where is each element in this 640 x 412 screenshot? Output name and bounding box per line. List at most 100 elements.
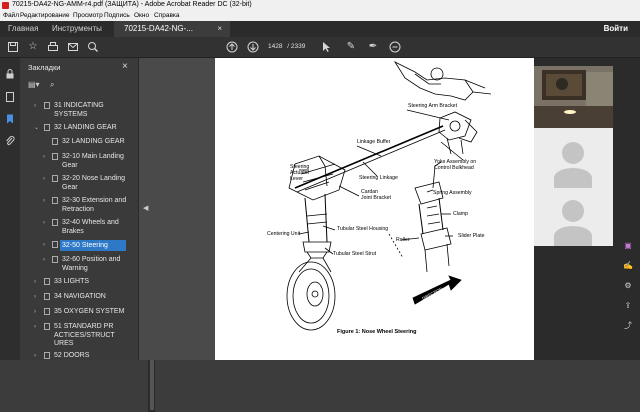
- comment-pen-icon[interactable]: ✎: [345, 41, 357, 53]
- prev-page-icon[interactable]: [226, 41, 238, 53]
- menu-help[interactable]: Справка: [154, 12, 180, 19]
- select-cursor-icon[interactable]: [320, 41, 332, 53]
- attachment-icon[interactable]: [4, 135, 16, 147]
- bookmark-item[interactable]: › 34 NAVIGATION: [20, 293, 130, 302]
- video-tile-participant-3[interactable]: [534, 188, 613, 246]
- bookmark-item[interactable]: 32 LANDING GEAR: [20, 138, 130, 147]
- collapse-panel-icon[interactable]: ◀: [143, 204, 148, 212]
- bookmark-label: 52 DOORS: [54, 352, 90, 359]
- pages-thumbnails-icon[interactable]: [4, 91, 16, 103]
- nose-wheel-steering-drawing: [286, 61, 492, 331]
- tab-document[interactable]: 70215-DA42-NG-... ×: [114, 21, 230, 37]
- chevron-right-icon[interactable]: ›: [34, 308, 36, 317]
- label-spring-assembly: Spring Assembly: [433, 190, 472, 196]
- save-icon[interactable]: [7, 41, 19, 53]
- chevron-right-icon[interactable]: ›: [34, 352, 36, 360]
- bookmark-item-active[interactable]: › 32-50 Steering: [20, 240, 130, 251]
- bookmark-page-icon: [44, 293, 50, 300]
- bookmark-item[interactable]: › 32-60 Position and Warning: [20, 256, 130, 274]
- chevron-right-icon[interactable]: ›: [34, 278, 36, 287]
- bookmark-item[interactable]: › 32-30 Extension and Retraction: [20, 197, 130, 215]
- bookmarks-title: Закладки: [28, 63, 61, 72]
- menu-file[interactable]: Файл: [3, 12, 19, 19]
- pdf-page: Steering Arm Bracket Linkage Buffer Yoke…: [215, 58, 534, 360]
- star-bookmark-icon[interactable]: ☆: [27, 41, 39, 53]
- video-tile-participant-1[interactable]: [534, 66, 613, 128]
- label-steering-linkage: Steering Linkage: [359, 175, 398, 181]
- label-tubular-steel-strut: Tubular Steel Strut: [333, 251, 377, 257]
- close-icon[interactable]: ×: [122, 61, 128, 72]
- chevron-right-icon[interactable]: ›: [34, 323, 36, 332]
- tab-bar: Главная Инструменты 70215-DA42-NG-... × …: [0, 21, 640, 37]
- chevron-right-icon[interactable]: ›: [34, 293, 36, 302]
- label-lever: Lever: [290, 176, 303, 182]
- bookmark-page-icon: [52, 175, 58, 182]
- bookmark-item[interactable]: › 52 DOORS: [20, 352, 130, 360]
- label-slider-plate: Slider Plate: [458, 233, 485, 239]
- bookmark-options-icon[interactable]: ▤▾: [28, 80, 40, 89]
- more-tools-icon[interactable]: ⚙: [622, 280, 634, 292]
- bookmark-item[interactable]: › 33 LIGHTS: [20, 278, 130, 287]
- page-number-input[interactable]: 1428: [268, 43, 282, 50]
- zoom-out-icon[interactable]: [389, 41, 401, 53]
- lock-icon[interactable]: [4, 68, 16, 80]
- chevron-right-icon[interactable]: ›: [43, 241, 45, 250]
- avatar-body: [554, 168, 592, 188]
- send-icon[interactable]: ⇪: [622, 300, 634, 312]
- toolbar: ☆ 1428 / 2339 ✎ ✒: [0, 37, 640, 58]
- chevron-right-icon[interactable]: ›: [34, 102, 36, 111]
- left-navigation-rail: [0, 58, 20, 360]
- print-icon[interactable]: [47, 41, 59, 53]
- label-clamp: Clamp: [453, 211, 468, 217]
- bookmark-label: 31 INDICATING SYSTEMS: [54, 102, 104, 118]
- edit-pdf-icon[interactable]: ▣: [622, 240, 634, 252]
- search-icon[interactable]: [87, 41, 99, 53]
- bookmark-label: 32-30 Extension and Retraction: [62, 197, 127, 213]
- bookmark-item[interactable]: › 35 OXYGEN SYSTEM: [20, 308, 130, 317]
- tab-close-icon[interactable]: ×: [217, 21, 222, 37]
- menu-window[interactable]: Окно: [134, 12, 149, 19]
- chevron-right-icon[interactable]: ›: [43, 175, 45, 184]
- tab-home[interactable]: Главная: [8, 21, 38, 37]
- video-tile-participant-2[interactable]: [534, 128, 613, 188]
- window-titlebar: 70215-DA42-NG-AMM-r4.pdf (ЗАЩИТА) - Adob…: [0, 0, 640, 11]
- bookmark-label: 32 LANDING GEAR: [54, 124, 117, 131]
- label-steering-arm-bracket: Steering Arm Bracket: [408, 103, 458, 109]
- label-centering-unit: Centering Unit: [267, 231, 301, 237]
- next-page-icon[interactable]: [247, 41, 259, 53]
- bookmark-page-icon: [52, 219, 58, 226]
- mail-icon[interactable]: [67, 41, 79, 53]
- fill-sign-icon[interactable]: ✍: [622, 260, 634, 272]
- bookmark-label: 32-20 Nose Landing Gear: [62, 175, 126, 191]
- chevron-right-icon[interactable]: ›: [43, 197, 45, 206]
- bookmark-label: 32-10 Main Landing Gear: [62, 153, 124, 169]
- menu-sign[interactable]: Подпись: [104, 12, 130, 19]
- bookmark-item[interactable]: › 32-20 Nose Landing Gear: [20, 175, 130, 193]
- chevron-right-icon[interactable]: ›: [43, 153, 45, 162]
- label-linkage-buffer: Linkage Buffer: [357, 139, 391, 145]
- webcam-scene-image: [534, 66, 613, 128]
- bookmark-item[interactable]: › 32-40 Wheels and Brakes: [20, 219, 130, 237]
- chevron-right-icon[interactable]: ›: [43, 219, 45, 228]
- chevron-down-icon[interactable]: ⌄: [34, 124, 39, 133]
- figure-caption: Figure 1: Nose Wheel Steering: [337, 329, 417, 335]
- menu-view[interactable]: Просмотр: [73, 12, 103, 19]
- bookmark-label: 35 OXYGEN SYSTEM: [54, 308, 125, 315]
- share-icon[interactable]: ⤴: [622, 320, 634, 332]
- chevron-right-icon[interactable]: ›: [43, 256, 45, 265]
- bookmark-page-icon: [52, 256, 58, 263]
- bookmark-label: 32 LANDING GEAR: [62, 138, 125, 145]
- bookmark-panel-icon[interactable]: [4, 113, 16, 125]
- bookmark-item[interactable]: › 51 STANDARD PRACTICES/STRUCTURES: [20, 323, 130, 350]
- bookmark-item[interactable]: › 32-10 Main Landing Gear: [20, 153, 130, 171]
- menu-edit[interactable]: Редактирование: [20, 12, 70, 19]
- label-joint-bracket: Joint Bracket: [361, 195, 391, 201]
- bookmark-item[interactable]: › 31 INDICATING SYSTEMS: [20, 102, 130, 120]
- bookmark-page-icon: [44, 124, 50, 131]
- bookmark-label: 33 LIGHTS: [54, 278, 90, 285]
- sign-in-button[interactable]: Войти: [604, 21, 628, 37]
- sign-pen-icon[interactable]: ✒: [367, 41, 379, 53]
- tab-tools[interactable]: Инструменты: [52, 21, 102, 37]
- bookmark-search-icon[interactable]: ⌕: [50, 80, 54, 90]
- bookmark-item[interactable]: ⌄ 32 LANDING GEAR: [20, 124, 130, 133]
